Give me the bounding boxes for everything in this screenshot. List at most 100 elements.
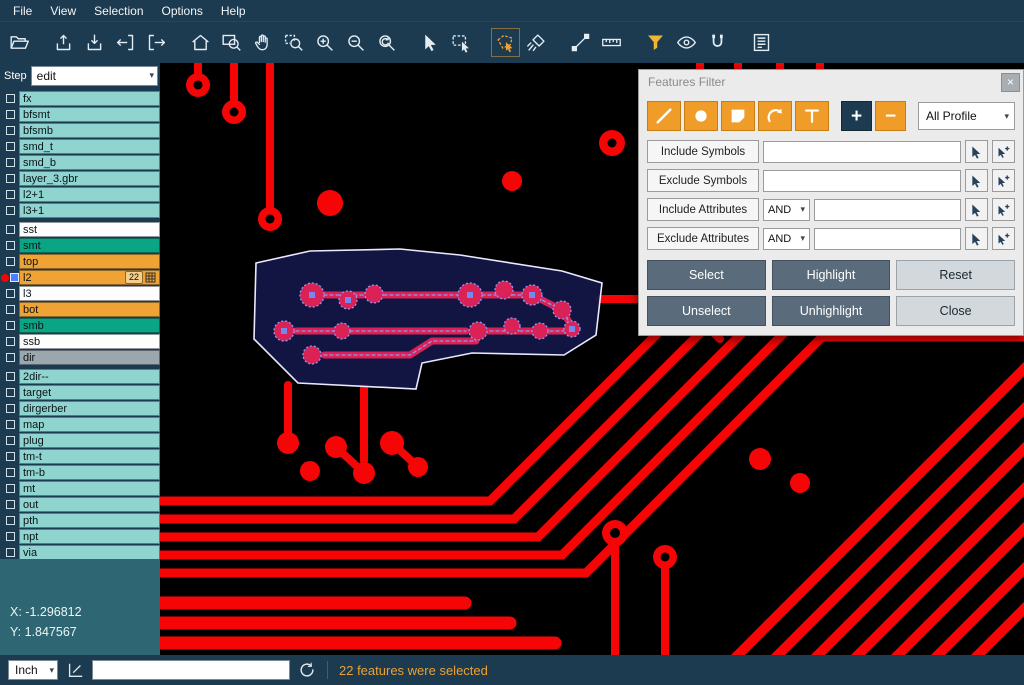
measure-line-button[interactable] xyxy=(566,28,595,57)
layer-row-l2[interactable]: l222 xyxy=(0,270,160,285)
layer-row-smd-t[interactable]: smd_t xyxy=(0,139,160,154)
zoom-in-button[interactable] xyxy=(310,28,339,57)
layer-visibility-checkbox[interactable] xyxy=(6,142,15,151)
layer-row-tm-b[interactable]: tm-b xyxy=(0,465,160,480)
pick-from-canvas-button[interactable] xyxy=(965,227,988,250)
box-arrow-down-button[interactable] xyxy=(80,28,109,57)
layer-row-layer-3-gbr[interactable]: layer_3.gbr xyxy=(0,171,160,186)
layer-visibility-checkbox[interactable] xyxy=(6,388,15,397)
and-operator-select[interactable]: AND▾ xyxy=(763,228,810,250)
bracket-arrow-left-button[interactable] xyxy=(111,28,140,57)
menu-view[interactable]: View xyxy=(41,4,85,18)
pick-add-from-canvas-button[interactable] xyxy=(992,169,1015,192)
layer-row-out[interactable]: out xyxy=(0,497,160,512)
menu-help[interactable]: Help xyxy=(212,4,255,18)
layer-name-cell[interactable]: bfsmt xyxy=(19,107,160,122)
layer-name-cell[interactable]: l2+1 xyxy=(19,187,160,202)
layer-visibility-checkbox[interactable] xyxy=(6,94,15,103)
layer-row-mt[interactable]: mt xyxy=(0,481,160,496)
layer-name-cell[interactable]: bot xyxy=(19,302,160,317)
filter-pad-button[interactable] xyxy=(684,101,718,131)
box-arrow-up-button[interactable] xyxy=(49,28,78,57)
layer-row-target[interactable]: target xyxy=(0,385,160,400)
layer-visibility-checkbox[interactable] xyxy=(6,353,15,362)
layer-visibility-checkbox[interactable] xyxy=(6,110,15,119)
layer-visibility-checkbox[interactable] xyxy=(6,548,15,557)
layer-visibility-checkbox[interactable] xyxy=(6,190,15,199)
layer-row-bot[interactable]: bot xyxy=(0,302,160,317)
layer-row-2dir[interactable]: 2dir-- xyxy=(0,369,160,384)
layer-name-cell[interactable]: 2dir-- xyxy=(19,369,160,384)
remove-filter-button[interactable]: − xyxy=(875,101,906,131)
layer-name-cell[interactable]: bfsmb xyxy=(19,123,160,138)
layer-row-npt[interactable]: npt xyxy=(0,529,160,544)
exclude-symbols-button[interactable]: Exclude Symbols xyxy=(647,169,759,192)
close-button[interactable]: Close xyxy=(896,296,1015,326)
layer-name-cell[interactable]: target xyxy=(19,385,160,400)
layer-visibility-checkbox[interactable] xyxy=(6,484,15,493)
layer-name-cell[interactable]: layer_3.gbr xyxy=(19,171,160,186)
layer-row-map[interactable]: map xyxy=(0,417,160,432)
zoom-out-button[interactable] xyxy=(341,28,370,57)
pick-from-canvas-button[interactable] xyxy=(965,198,988,221)
layer-name-cell[interactable]: smd_b xyxy=(19,155,160,170)
layer-row-l2-1[interactable]: l2+1 xyxy=(0,187,160,202)
step-select[interactable]: edit ▾ xyxy=(31,66,158,86)
layer-name-cell[interactable]: dir xyxy=(19,350,160,365)
pick-add-from-canvas-button[interactable] xyxy=(992,198,1015,221)
and-operator-select[interactable]: AND▾ xyxy=(763,199,810,221)
pick-from-canvas-button[interactable] xyxy=(965,169,988,192)
profile-select[interactable]: All Profile▾ xyxy=(918,102,1015,130)
layer-name-cell[interactable]: pth xyxy=(19,513,160,528)
layer-row-l3-1[interactable]: l3+1 xyxy=(0,203,160,218)
layer-name-cell[interactable]: via xyxy=(19,545,160,559)
layer-visibility-checkbox[interactable] xyxy=(10,273,19,282)
layer-visibility-checkbox[interactable] xyxy=(6,289,15,298)
measure-ruler-button[interactable] xyxy=(597,28,626,57)
filter-line-button[interactable] xyxy=(647,101,681,131)
include-attributes-button[interactable]: Include Attributes xyxy=(647,198,759,221)
layer-visibility-checkbox[interactable] xyxy=(6,257,15,266)
layer-row-dir[interactable]: dir xyxy=(0,350,160,365)
layer-visibility-checkbox[interactable] xyxy=(6,126,15,135)
layer-row-top[interactable]: top xyxy=(0,254,160,269)
layer-name-cell[interactable]: npt xyxy=(19,529,160,544)
menu-selection[interactable]: Selection xyxy=(85,4,152,18)
snap-magnet-button[interactable] xyxy=(703,28,732,57)
reset-button[interactable]: Reset xyxy=(896,260,1015,290)
layer-row-smd-b[interactable]: smd_b xyxy=(0,155,160,170)
menu-file[interactable]: File xyxy=(4,4,41,18)
layer-visibility-checkbox[interactable] xyxy=(6,337,15,346)
layer-name-cell[interactable]: smd_t xyxy=(19,139,160,154)
angle-corner-icon[interactable] xyxy=(66,661,84,679)
select-button[interactable]: Select xyxy=(647,260,766,290)
layer-row-l3[interactable]: l3 xyxy=(0,286,160,301)
layer-row-dirgerber[interactable]: dirgerber xyxy=(0,401,160,416)
layer-visibility-checkbox[interactable] xyxy=(6,321,15,330)
layer-visibility-checkbox[interactable] xyxy=(6,305,15,314)
layers-panel-button[interactable] xyxy=(747,28,776,57)
layer-name-cell[interactable]: smt xyxy=(19,238,160,253)
layer-row-smb[interactable]: smb xyxy=(0,318,160,333)
layer-name-cell[interactable]: ssb xyxy=(19,334,160,349)
layer-visibility-checkbox[interactable] xyxy=(6,206,15,215)
dialog-titlebar[interactable]: Features Filter × xyxy=(639,70,1023,94)
zoom-area-button[interactable] xyxy=(279,28,308,57)
pan-hand-button[interactable] xyxy=(248,28,277,57)
layer-visibility-checkbox[interactable] xyxy=(6,372,15,381)
filter-funnel-button[interactable] xyxy=(641,28,670,57)
layer-name-cell[interactable]: out xyxy=(19,497,160,512)
layer-name-cell[interactable]: l222 xyxy=(19,270,160,285)
layer-name-cell[interactable]: top xyxy=(19,254,160,269)
exclude-symbols-input[interactable] xyxy=(763,170,961,192)
layer-row-bfsmb[interactable]: bfsmb xyxy=(0,123,160,138)
layer-visibility-checkbox[interactable] xyxy=(6,404,15,413)
add-filter-button[interactable]: + xyxy=(841,101,872,131)
home-button[interactable] xyxy=(186,28,215,57)
filter-arc-button[interactable] xyxy=(758,101,792,131)
layer-name-cell[interactable]: tm-b xyxy=(19,465,160,480)
layer-row-sst[interactable]: sst xyxy=(0,222,160,237)
command-input[interactable] xyxy=(92,660,290,680)
show-eye-button[interactable] xyxy=(672,28,701,57)
open-folder-button[interactable] xyxy=(5,28,34,57)
